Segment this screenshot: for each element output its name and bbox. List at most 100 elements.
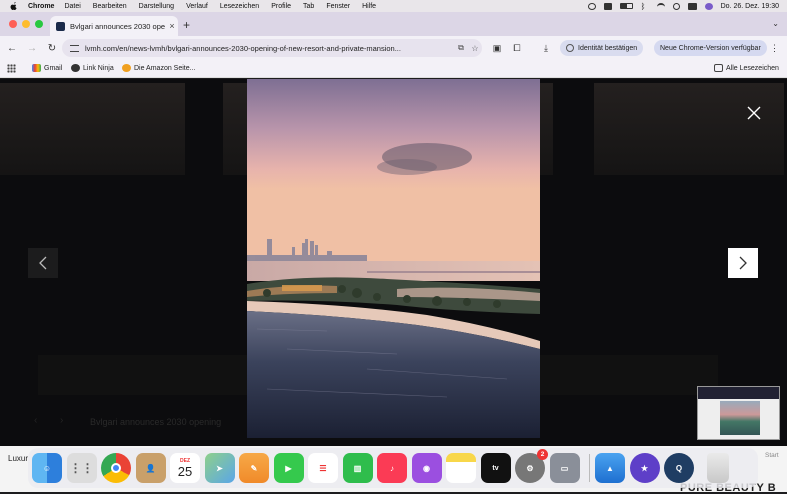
spotlight-icon[interactable] [672, 2, 680, 10]
new-tab-button[interactable]: + [183, 18, 190, 32]
update-chrome-label: Neue Chrome-Version verfügbar [660, 44, 761, 52]
zoom-window-button[interactable] [35, 20, 43, 28]
apps-grid-icon[interactable] [7, 64, 16, 73]
background-caption: Bvlgari announces 2030 opening [90, 417, 222, 427]
forward-button[interactable]: → [22, 43, 42, 54]
podcasts-icon[interactable]: ◉ [411, 453, 442, 483]
pages-icon[interactable]: ✎ [239, 453, 269, 483]
translate-icon[interactable]: ⧉ [454, 43, 468, 53]
apple-icon[interactable] [10, 2, 18, 10]
screenshot-preview-thumbnail[interactable] [697, 386, 780, 440]
download-icon[interactable]: ⤓ [541, 43, 551, 53]
menu-history[interactable]: Verlauf [186, 3, 208, 10]
chevron-right-icon [739, 256, 747, 270]
tab-active[interactable]: Bvlgari announces 2030 ope × [50, 16, 178, 36]
contacts-icon[interactable]: 👤 [135, 453, 166, 483]
link-ninja-icon [71, 64, 80, 72]
all-bookmarks-label: Alle Lesezeichen [726, 64, 779, 72]
facetime-icon[interactable]: ▶ [273, 453, 304, 483]
menu-help[interactable]: Hilfe [362, 3, 376, 10]
imovie-icon[interactable]: ★ [629, 453, 660, 483]
numbers-icon[interactable]: ▥ [342, 453, 373, 483]
gmail-icon [32, 64, 41, 72]
menu-tab[interactable]: Tab [303, 3, 314, 10]
background-tile [594, 83, 784, 175]
thumbnail-header [698, 387, 779, 399]
apple-tv-icon[interactable]: tv [480, 453, 511, 483]
bookmark-link-ninja[interactable]: Link Ninja [71, 64, 114, 72]
background-tile [0, 83, 185, 175]
bookmark-amazon[interactable]: Die Amazon Seite... [122, 64, 195, 72]
menu-bookmarks[interactable]: Lesezeichen [220, 3, 259, 10]
launchpad-icon[interactable]: ⋮⋮ [66, 453, 97, 483]
thumbnail-image [720, 401, 760, 435]
site-info-icon[interactable] [70, 44, 79, 52]
macos-dock: ☺ ⋮⋮ 👤 DEZ 25 ➤ ✎ ▶ ☰ ▥ ♪ ◉ tv ⚙ 2 ▭ ▲ ★… [28, 448, 758, 488]
lightbox-prev-button[interactable] [28, 248, 58, 278]
finder-icon[interactable]: ☺ [32, 453, 62, 483]
settings-badge: 2 [537, 449, 548, 460]
menubar-clock[interactable]: Do. 26. Dez. 19:30 [721, 3, 779, 10]
wifi-icon[interactable] [656, 2, 665, 10]
bookmark-gmail-label: Gmail [44, 64, 63, 72]
calendar-icon[interactable]: DEZ 25 [170, 453, 200, 483]
address-bar[interactable]: lvmh.com/en/news-lvmh/bvlgari-announces-… [62, 39, 482, 57]
chrome-icon[interactable] [101, 453, 131, 483]
all-bookmarks[interactable]: Alle Lesezeichen [714, 64, 779, 72]
amazon-icon [122, 64, 131, 72]
reload-button[interactable]: ↻ [42, 43, 62, 54]
reminders-icon[interactable]: ☰ [308, 453, 338, 483]
bookmark-link-ninja-label: Link Ninja [83, 64, 114, 72]
bookmark-gmail[interactable]: Gmail [32, 64, 62, 72]
bookmark-amazon-label: Die Amazon Seite... [134, 64, 196, 72]
menu-view[interactable]: Darstellung [139, 3, 174, 10]
identity-button[interactable]: Identität bestätigen [560, 40, 644, 56]
identity-icon [566, 44, 574, 52]
menu-edit[interactable]: Bearbeiten [93, 3, 127, 10]
trash-icon[interactable] [706, 453, 729, 483]
update-chrome-button[interactable]: Neue Chrome-Version verfügbar [654, 40, 767, 56]
chrome-menu-icon[interactable]: ⋮ [770, 43, 779, 54]
address-url[interactable]: lvmh.com/en/news-lvmh/bvlgari-announces-… [85, 44, 454, 53]
maps-icon[interactable]: ➤ [204, 453, 235, 483]
behind-left-text: Luxur [8, 454, 29, 463]
menu-bar: Chrome Datei Bearbeiten Darstellung Verl… [0, 0, 787, 12]
bluetooth-icon[interactable]: ᛒ [641, 2, 649, 10]
menu-file[interactable]: Datei [64, 3, 80, 10]
window-controls [9, 20, 43, 28]
battery-icon[interactable] [619, 3, 633, 9]
tab-search-icon[interactable]: ⌄ [772, 19, 779, 28]
minimize-window-button[interactable] [22, 20, 30, 28]
tab-close-button[interactable]: × [166, 21, 178, 31]
menu-app-name[interactable]: Chrome [28, 3, 54, 10]
dock-separator [589, 454, 590, 482]
lightbox-image [247, 79, 540, 438]
back-button[interactable]: ← [2, 43, 22, 54]
tab-title: Bvlgari announces 2030 ope [70, 21, 166, 31]
tab-strip: Bvlgari announces 2030 ope × + ⌄ [0, 12, 787, 36]
puzzle-extensions-icon[interactable]: ⧠ [512, 43, 522, 53]
bookmark-star-icon[interactable]: ☆ [468, 44, 482, 53]
calendar-day: 25 [177, 463, 193, 479]
control-center-icon[interactable] [687, 2, 697, 10]
close-window-button[interactable] [9, 20, 17, 28]
quicktime-icon[interactable]: Q [664, 453, 694, 483]
resort-rendering-image [247, 79, 540, 438]
lightbox-close-button[interactable] [742, 101, 766, 125]
lightbox-next-button[interactable] [728, 248, 758, 278]
behind-right-text: Start [765, 452, 779, 459]
bookmarks-bar: Gmail Link Ninja Die Amazon Seite... All… [0, 60, 787, 78]
status-record-icon[interactable] [587, 2, 596, 10]
status-app-icon[interactable] [603, 2, 612, 10]
browser-toolbar: ← → ↻ lvmh.com/en/news-lvmh/bvlgari-anno… [0, 36, 787, 60]
music-icon[interactable]: ♪ [377, 453, 407, 483]
siri-icon[interactable] [704, 2, 713, 10]
extension-icon[interactable]: ▣ [492, 43, 502, 53]
system-settings-icon[interactable]: ⚙ 2 [515, 449, 548, 483]
menu-window[interactable]: Fenster [326, 3, 350, 10]
keynote-icon[interactable]: ▲ [595, 453, 625, 483]
menu-profiles[interactable]: Profile [271, 3, 291, 10]
close-icon [747, 106, 761, 120]
screenshot-icon[interactable]: ▭ [549, 453, 580, 483]
notes-icon[interactable] [446, 453, 476, 483]
